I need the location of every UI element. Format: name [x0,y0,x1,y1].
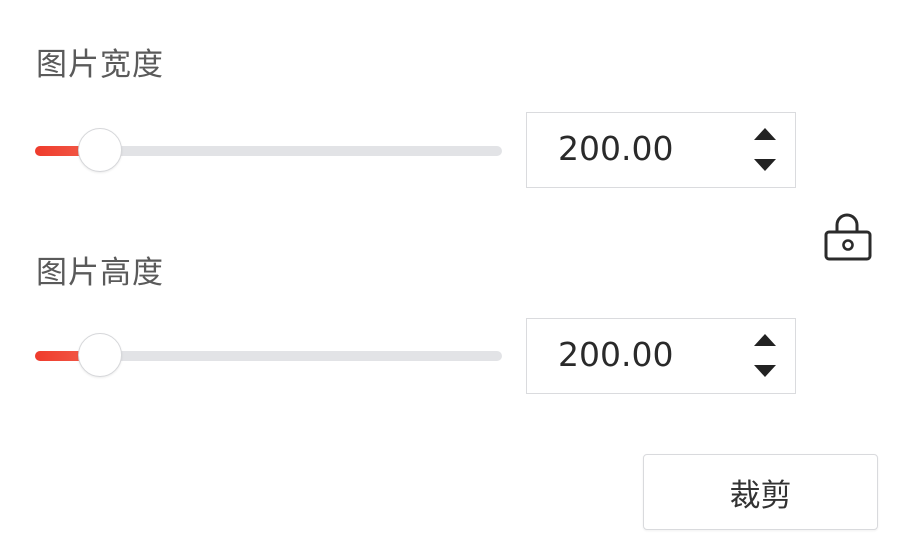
image-height-input[interactable]: 200.00 [526,318,796,394]
image-height-value[interactable]: 200.00 [558,338,673,371]
crop-button[interactable]: 裁剪 [643,454,878,530]
image-height-spinner[interactable] [751,328,781,384]
lock-icon[interactable] [822,210,874,264]
image-width-spinner[interactable] [751,122,781,178]
increment-arrow-icon[interactable] [754,334,776,346]
image-width-value[interactable]: 200.00 [558,132,673,165]
image-height-label: 图片高度 [36,255,164,291]
decrement-arrow-icon[interactable] [754,159,776,171]
decrement-arrow-icon[interactable] [754,365,776,377]
image-width-slider[interactable] [35,126,502,176]
image-width-input[interactable]: 200.00 [526,112,796,188]
image-width-label: 图片宽度 [36,47,164,83]
increment-arrow-icon[interactable] [754,128,776,140]
slider-thumb[interactable] [78,333,123,377]
slider-thumb[interactable] [78,128,123,172]
image-height-slider[interactable] [35,331,502,381]
